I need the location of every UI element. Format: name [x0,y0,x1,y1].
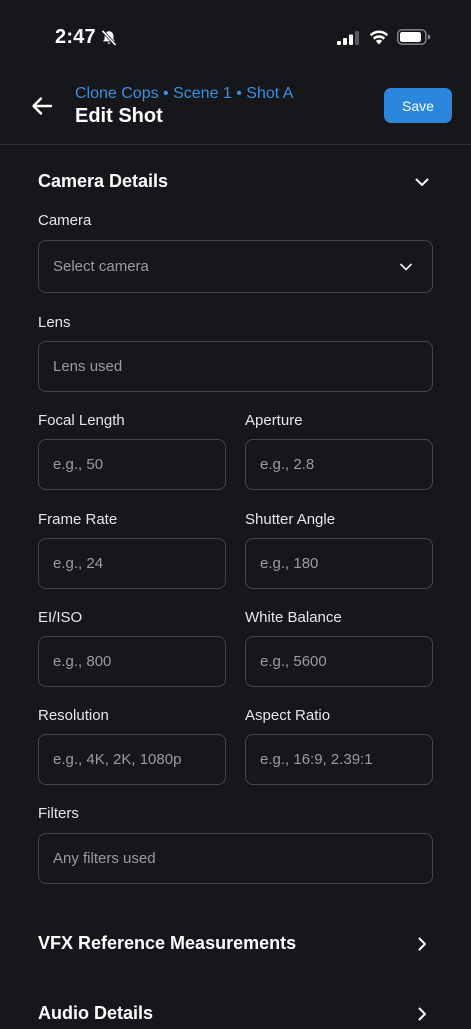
battery-icon [397,29,431,45]
status-time: 2:47 [55,26,96,48]
chevron-down-icon [415,178,429,186]
chevron-right-icon [418,1007,426,1021]
bell-slash-icon [101,29,117,47]
aspect-ratio-input[interactable] [246,735,432,784]
section-header-camera-details[interactable]: Camera Details [38,167,433,197]
resolution-field-box [38,734,226,785]
lens-field-box [38,341,433,392]
frame-rate-field-box [38,538,226,589]
ei-iso-input[interactable] [39,637,225,686]
ei-iso-field-box [38,636,226,687]
page-title: Edit Shot [75,105,163,127]
section-header-audio-details[interactable]: Audio Details [38,999,433,1029]
shutter-angle-label: Shutter Angle [245,511,336,528]
section-title: Camera Details [38,171,169,191]
breadcrumb[interactable]: Clone Cops • Scene 1 • Shot A [75,85,293,103]
resolution-input[interactable] [39,735,225,784]
lens-label: Lens [38,314,71,331]
camera-select[interactable]: Select camera [38,240,433,293]
aperture-label: Aperture [245,412,303,429]
status-bar: 2:47 [0,0,471,72]
resolution-label: Resolution [38,707,109,724]
aperture-input[interactable] [246,440,432,489]
wifi-icon [369,30,389,45]
frame-rate-input[interactable] [39,539,225,588]
filters-label: Filters [38,805,79,822]
camera-select-placeholder: Select camera [53,258,149,275]
nav-header: Clone Cops • Scene 1 • Shot A Edit Shot … [0,72,471,145]
save-button[interactable]: Save [384,88,452,123]
lens-input[interactable] [39,342,432,391]
camera-label: Camera [38,212,92,229]
frame-rate-label: Frame Rate [38,511,118,528]
focal-length-input[interactable] [39,440,225,489]
white-balance-input[interactable] [246,637,432,686]
focal-length-field-box [38,439,226,490]
aspect-ratio-label: Aspect Ratio [245,707,331,724]
shutter-angle-field-box [245,538,433,589]
section-title: VFX Reference Measurements [38,933,297,953]
chevron-right-icon [418,937,426,951]
filters-input[interactable] [39,834,432,883]
section-header-vfx-reference[interactable]: VFX Reference Measurements [38,929,433,959]
white-balance-field-box [245,636,433,687]
aspect-ratio-field-box [245,734,433,785]
aperture-field-box [245,439,433,490]
white-balance-label: White Balance [245,609,342,626]
section-title: Audio Details [38,1003,154,1023]
filters-field-box [38,833,433,884]
chevron-down-icon [400,263,412,271]
cellular-signal-icon [337,31,359,45]
back-arrow-icon[interactable] [28,92,56,120]
ei-iso-label: EI/ISO [38,609,83,626]
focal-length-label: Focal Length [38,412,125,429]
shutter-angle-input[interactable] [246,539,432,588]
